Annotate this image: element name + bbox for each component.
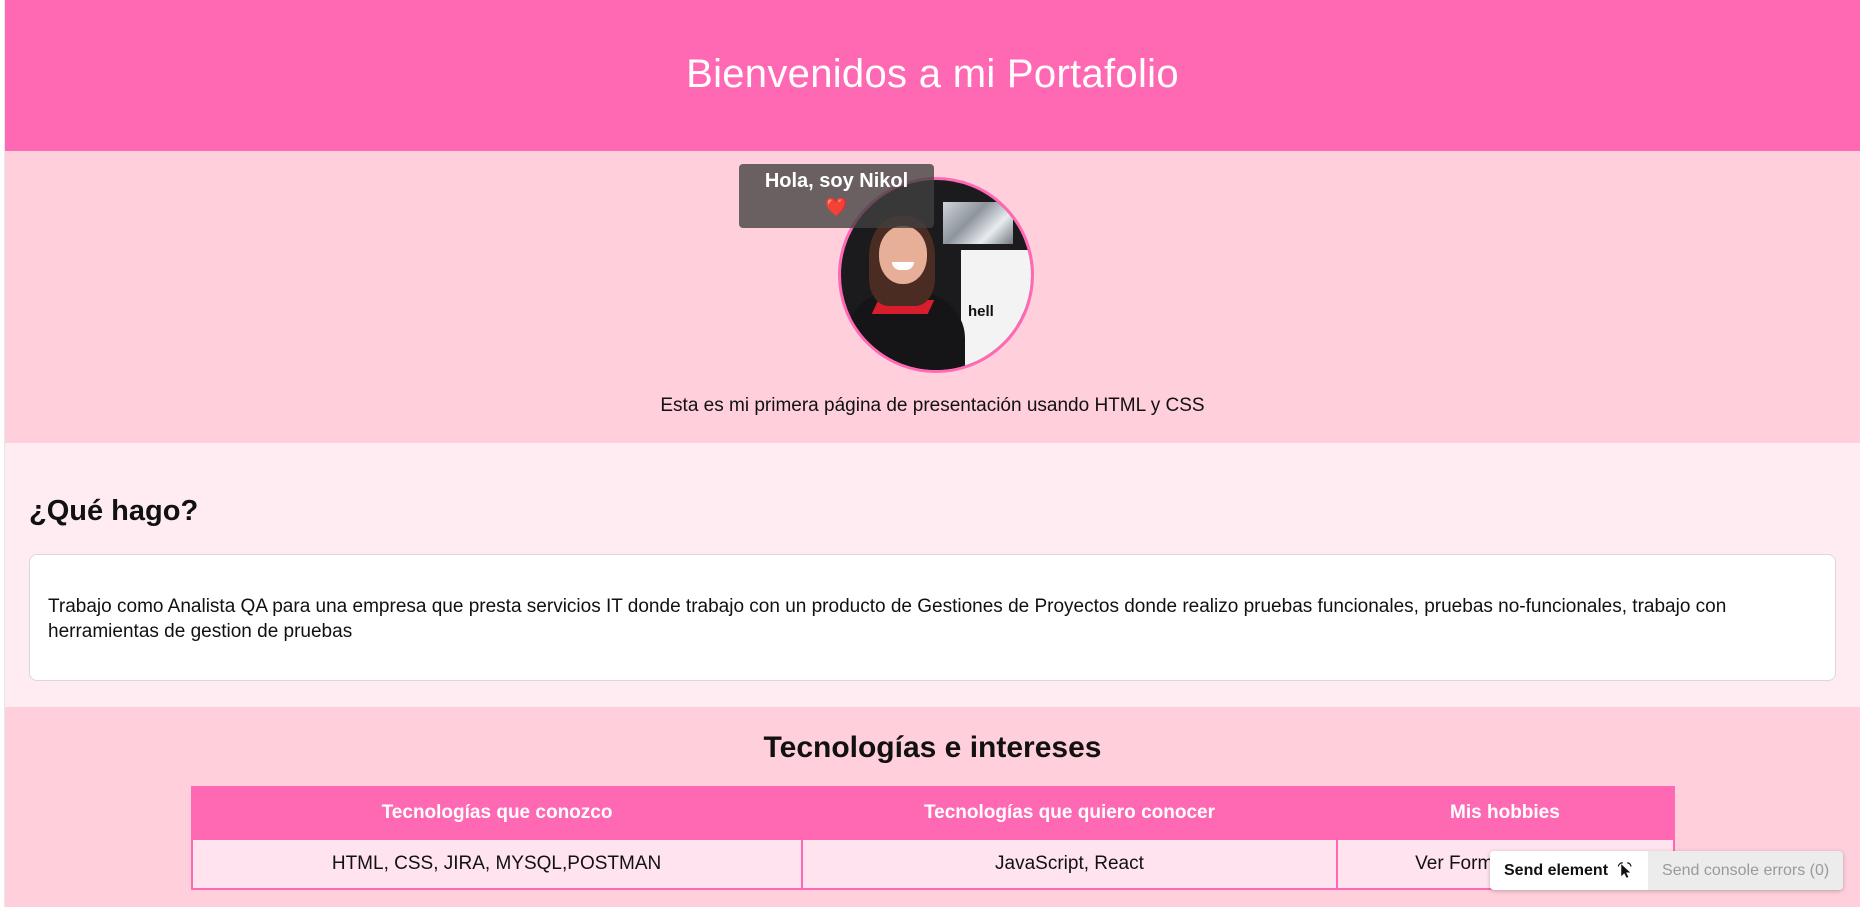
cursor-click-icon xyxy=(1617,861,1632,878)
tech-table-header-row: Tecnologías que conozco Tecnologías que … xyxy=(191,787,1674,839)
hero-section: Hola, soy Nikol ❤️ hell Esta es mi prime… xyxy=(5,151,1860,443)
page: Bienvenidos a mi Portafolio Hola, soy Ni… xyxy=(4,0,1860,907)
about-section: ¿Qué hago? Trabajo como Analista QA para… xyxy=(5,443,1860,707)
tech-heading: Tecnologías e intereses xyxy=(763,731,1102,764)
hero-subtitle: Esta es mi primera página de presentació… xyxy=(660,395,1205,416)
about-heading: ¿Qué hago? xyxy=(29,495,199,527)
photo-face xyxy=(879,226,927,284)
photo-monitor xyxy=(943,202,1013,244)
greeting-text: Hola, soy Nikol xyxy=(764,170,909,192)
about-card: Trabajo como Analista QA para una empres… xyxy=(29,554,1836,681)
column-header: Tecnologías que quiero conocer xyxy=(801,787,1338,839)
site-header: Bienvenidos a mi Portafolio xyxy=(5,0,1860,151)
heart-icon: ❤️ xyxy=(825,197,848,217)
table-cell: HTML, CSS, JIRA, MYSQL,POSTMAN xyxy=(190,838,803,890)
photo-desk-text: hell xyxy=(968,303,994,320)
about-text: Trabajo como Analista QA para una empres… xyxy=(48,596,1727,642)
table-cell: JavaScript, React xyxy=(800,838,1339,890)
send-element-label: Send element xyxy=(1504,861,1609,879)
column-header: Tecnologías que conozco xyxy=(191,787,802,839)
table-row: HTML, CSS, JIRA, MYSQL,POSTMAN JavaScrip… xyxy=(190,838,1675,890)
tech-table: Tecnologías que conozco Tecnologías que … xyxy=(190,786,1675,890)
extension-toolbar: Send element Send console errors (0) xyxy=(1490,851,1844,890)
column-header: Mis hobbies xyxy=(1337,787,1674,839)
greeting-badge: Hola, soy Nikol ❤️ xyxy=(739,164,934,228)
page-title: Bienvenidos a mi Portafolio xyxy=(686,52,1179,96)
send-console-errors-button[interactable]: Send console errors (0) xyxy=(1648,851,1844,890)
send-element-button[interactable]: Send element xyxy=(1490,851,1649,890)
send-console-errors-label: Send console errors (0) xyxy=(1662,861,1830,879)
